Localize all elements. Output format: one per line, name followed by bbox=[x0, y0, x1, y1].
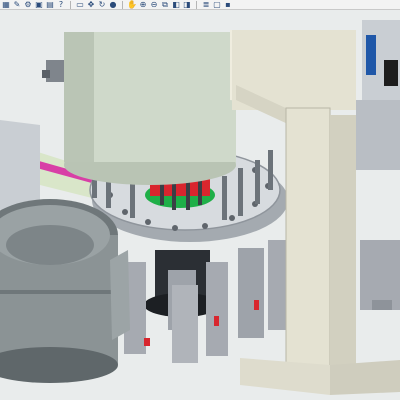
pen-icon[interactable]: ✎ bbox=[13, 0, 21, 9]
3d-viewport[interactable] bbox=[0, 10, 400, 400]
toolbar-separator bbox=[70, 0, 71, 9]
select-icon[interactable]: ▭ bbox=[76, 0, 84, 9]
grid-icon[interactable]: ▦ bbox=[2, 0, 10, 9]
right-actuator bbox=[360, 240, 400, 310]
toolbar: ▦ ✎ ⚙ ▣ ▤? ▭ ✥ ↻ ● ✋ ⊕ ⊖ ⧉ ◧ ◨ ≣ ▢ ▪ bbox=[0, 0, 400, 10]
main-pillar bbox=[285, 107, 331, 373]
pillar-base-side bbox=[330, 360, 400, 395]
bowl-band bbox=[0, 290, 118, 294]
right-station bbox=[356, 100, 400, 170]
hand-icon[interactable]: ✋ bbox=[127, 0, 137, 9]
zoom-in-icon[interactable]: ⊕ bbox=[139, 0, 147, 9]
toolbar-separator bbox=[196, 0, 197, 9]
pillar-side bbox=[330, 115, 356, 365]
zoom-out-icon[interactable]: ⊖ bbox=[150, 0, 158, 9]
rotate-icon[interactable]: ↻ bbox=[98, 0, 106, 9]
folder-icon[interactable]: ▣ bbox=[35, 0, 43, 9]
cad-viewer: ▦ ✎ ⚙ ▣ ▤? ▭ ✥ ↻ ● ✋ ⊕ ⊖ ⧉ ◧ ◨ ≣ ▢ ▪ bbox=[0, 0, 400, 400]
view-front-icon[interactable]: ◧ bbox=[172, 0, 180, 9]
display-icon[interactable]: ▢ bbox=[213, 0, 221, 9]
view-side-icon[interactable]: ◨ bbox=[183, 0, 191, 9]
toolbar-separator bbox=[122, 0, 123, 9]
settings-icon[interactable]: ⚙ bbox=[24, 0, 32, 9]
help-icon[interactable]: ? bbox=[57, 0, 65, 9]
left-motor-cap bbox=[42, 70, 50, 78]
blue-panel bbox=[366, 35, 376, 75]
bowl-cone bbox=[6, 225, 94, 265]
right-actuator-base bbox=[372, 300, 392, 310]
pan-icon[interactable]: ✥ bbox=[87, 0, 95, 9]
cylinder-shade bbox=[64, 32, 94, 162]
model-scene[interactable] bbox=[0, 10, 400, 400]
sensor-head bbox=[384, 60, 398, 86]
render-icon[interactable]: ● bbox=[109, 0, 117, 9]
print-icon[interactable]: ▤ bbox=[46, 0, 54, 9]
bowl-outlet bbox=[110, 250, 130, 340]
left-frame bbox=[0, 120, 40, 210]
save-icon[interactable]: ▪ bbox=[224, 0, 232, 9]
zoom-fit-icon[interactable]: ⧉ bbox=[161, 0, 169, 9]
layers-icon[interactable]: ≣ bbox=[202, 0, 210, 9]
